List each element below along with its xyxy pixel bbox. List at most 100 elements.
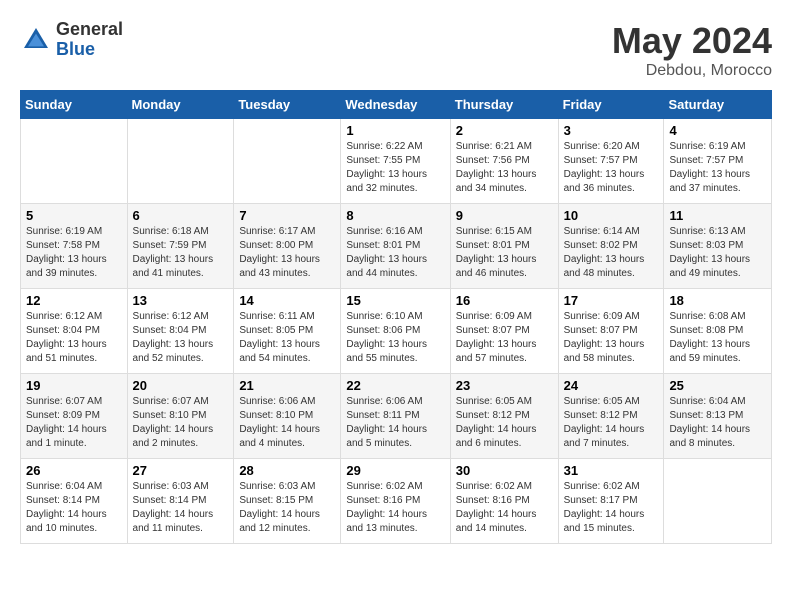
calendar-cell: 2 Sunrise: 6:21 AMSunset: 7:56 PMDaylight… — [450, 119, 558, 204]
logo-text: General Blue — [56, 20, 123, 60]
day-number: 1 — [346, 123, 444, 138]
calendar-cell: 11Sunrise: 6:13 AMSunset: 8:03 PMDayligh… — [664, 204, 772, 289]
day-info: Sunrise: 6:17 AMSunset: 8:00 PMDaylight:… — [239, 225, 335, 281]
day-number: 4 — [669, 123, 766, 138]
day-info: Sunrise: 6:12 AMSunset: 8:04 PMDaylight:… — [26, 310, 122, 366]
calendar-week-row: 1 Sunrise: 6:22 AMSunset: 7:55 PMDaylight… — [21, 119, 772, 204]
logo: General Blue — [20, 20, 123, 60]
location: Debdou, Morocco — [612, 62, 772, 80]
weekday-header-thursday: Thursday — [450, 91, 558, 119]
day-info: Sunrise: 6:08 AMSunset: 8:08 PMDaylight:… — [669, 310, 766, 366]
day-info: Sunrise: 6:06 AMSunset: 8:11 PMDaylight:… — [346, 395, 444, 451]
calendar-cell: 15 Sunrise: 6:10 AMSunset: 8:06 PMDayligh… — [341, 289, 450, 374]
day-number: 6 — [133, 208, 229, 223]
day-info: Sunrise: 6:04 AMSunset: 8:14 PMDaylight:… — [26, 480, 122, 536]
calendar-week-row: 26 Sunrise: 6:04 AMSunset: 8:14 PMDayligh… — [21, 459, 772, 544]
day-info: Sunrise: 6:15 AMSunset: 8:01 PMDaylight:… — [456, 225, 553, 281]
day-info: Sunrise: 6:02 AMSunset: 8:16 PMDaylight:… — [456, 480, 553, 536]
weekday-header-row: SundayMondayTuesdayWednesdayThursdayFrid… — [21, 91, 772, 119]
weekday-header-saturday: Saturday — [664, 91, 772, 119]
day-info: Sunrise: 6:07 AMSunset: 8:09 PMDaylight:… — [26, 395, 122, 451]
day-info: Sunrise: 6:21 AMSunset: 7:56 PMDaylight:… — [456, 140, 553, 196]
calendar-cell: 17Sunrise: 6:09 AMSunset: 8:07 PMDayligh… — [558, 289, 664, 374]
day-number: 16 — [456, 293, 553, 308]
calendar-cell: 26 Sunrise: 6:04 AMSunset: 8:14 PMDayligh… — [21, 459, 128, 544]
day-number: 10 — [564, 208, 659, 223]
day-info: Sunrise: 6:19 AMSunset: 7:58 PMDaylight:… — [26, 225, 122, 281]
calendar-cell: 10Sunrise: 6:14 AMSunset: 8:02 PMDayligh… — [558, 204, 664, 289]
calendar-cell: 24 Sunrise: 6:05 AMSunset: 8:12 PMDayligh… — [558, 374, 664, 459]
calendar-cell: 7 Sunrise: 6:17 AMSunset: 8:00 PMDaylight… — [234, 204, 341, 289]
calendar-cell: 8Sunrise: 6:16 AMSunset: 8:01 PMDaylight… — [341, 204, 450, 289]
weekday-header-sunday: Sunday — [21, 91, 128, 119]
calendar-cell: 14 Sunrise: 6:11 AMSunset: 8:05 PMDayligh… — [234, 289, 341, 374]
day-number: 30 — [456, 463, 553, 478]
calendar-cell: 9 Sunrise: 6:15 AMSunset: 8:01 PMDaylight… — [450, 204, 558, 289]
day-number: 18 — [669, 293, 766, 308]
day-info: Sunrise: 6:07 AMSunset: 8:10 PMDaylight:… — [133, 395, 229, 451]
day-info: Sunrise: 6:16 AMSunset: 8:01 PMDaylight:… — [346, 225, 444, 281]
calendar-cell: 18 Sunrise: 6:08 AMSunset: 8:08 PMDayligh… — [664, 289, 772, 374]
day-info: Sunrise: 6:05 AMSunset: 8:12 PMDaylight:… — [456, 395, 553, 451]
page-header: General Blue May 2024 Debdou, Morocco — [20, 20, 772, 80]
day-info: Sunrise: 6:02 AMSunset: 8:16 PMDaylight:… — [346, 480, 444, 536]
calendar-cell: 16Sunrise: 6:09 AMSunset: 8:07 PMDayligh… — [450, 289, 558, 374]
day-info: Sunrise: 6:20 AMSunset: 7:57 PMDaylight:… — [564, 140, 659, 196]
calendar-cell — [234, 119, 341, 204]
day-info: Sunrise: 6:02 AMSunset: 8:17 PMDaylight:… — [564, 480, 659, 536]
calendar-cell: 21Sunrise: 6:06 AMSunset: 8:10 PMDayligh… — [234, 374, 341, 459]
day-number: 20 — [133, 378, 229, 393]
calendar-table: SundayMondayTuesdayWednesdayThursdayFrid… — [20, 90, 772, 544]
calendar-cell: 6 Sunrise: 6:18 AMSunset: 7:59 PMDaylight… — [127, 204, 234, 289]
day-number: 31 — [564, 463, 659, 478]
day-info: Sunrise: 6:04 AMSunset: 8:13 PMDaylight:… — [669, 395, 766, 451]
calendar-cell: 30 Sunrise: 6:02 AMSunset: 8:16 PMDayligh… — [450, 459, 558, 544]
day-number: 9 — [456, 208, 553, 223]
day-number: 19 — [26, 378, 122, 393]
day-number: 22 — [346, 378, 444, 393]
day-number: 17 — [564, 293, 659, 308]
weekday-header-monday: Monday — [127, 91, 234, 119]
day-info: Sunrise: 6:05 AMSunset: 8:12 PMDaylight:… — [564, 395, 659, 451]
day-number: 24 — [564, 378, 659, 393]
calendar-cell — [21, 119, 128, 204]
weekday-header-tuesday: Tuesday — [234, 91, 341, 119]
weekday-header-wednesday: Wednesday — [341, 91, 450, 119]
title-block: May 2024 Debdou, Morocco — [612, 20, 772, 80]
calendar-cell: 23 Sunrise: 6:05 AMSunset: 8:12 PMDayligh… — [450, 374, 558, 459]
day-number: 7 — [239, 208, 335, 223]
day-number: 5 — [26, 208, 122, 223]
day-number: 14 — [239, 293, 335, 308]
day-number: 13 — [133, 293, 229, 308]
calendar-week-row: 5 Sunrise: 6:19 AMSunset: 7:58 PMDaylight… — [21, 204, 772, 289]
day-info: Sunrise: 6:10 AMSunset: 8:06 PMDaylight:… — [346, 310, 444, 366]
calendar-cell: 28Sunrise: 6:03 AMSunset: 8:15 PMDayligh… — [234, 459, 341, 544]
day-number: 26 — [26, 463, 122, 478]
calendar-week-row: 12Sunrise: 6:12 AMSunset: 8:04 PMDayligh… — [21, 289, 772, 374]
calendar-cell: 5 Sunrise: 6:19 AMSunset: 7:58 PMDaylight… — [21, 204, 128, 289]
day-info: Sunrise: 6:03 AMSunset: 8:14 PMDaylight:… — [133, 480, 229, 536]
calendar-cell: 1 Sunrise: 6:22 AMSunset: 7:55 PMDaylight… — [341, 119, 450, 204]
calendar-cell: 4Sunrise: 6:19 AMSunset: 7:57 PMDaylight… — [664, 119, 772, 204]
day-info: Sunrise: 6:03 AMSunset: 8:15 PMDaylight:… — [239, 480, 335, 536]
calendar-cell: 25Sunrise: 6:04 AMSunset: 8:13 PMDayligh… — [664, 374, 772, 459]
month-title: May 2024 — [612, 20, 772, 62]
day-number: 29 — [346, 463, 444, 478]
day-info: Sunrise: 6:18 AMSunset: 7:59 PMDaylight:… — [133, 225, 229, 281]
calendar-cell: 22 Sunrise: 6:06 AMSunset: 8:11 PMDayligh… — [341, 374, 450, 459]
day-number: 23 — [456, 378, 553, 393]
day-number: 11 — [669, 208, 766, 223]
day-number: 2 — [456, 123, 553, 138]
day-info: Sunrise: 6:11 AMSunset: 8:05 PMDaylight:… — [239, 310, 335, 366]
day-number: 15 — [346, 293, 444, 308]
calendar-cell: 31 Sunrise: 6:02 AMSunset: 8:17 PMDayligh… — [558, 459, 664, 544]
calendar-cell: 19 Sunrise: 6:07 AMSunset: 8:09 PMDayligh… — [21, 374, 128, 459]
calendar-week-row: 19 Sunrise: 6:07 AMSunset: 8:09 PMDayligh… — [21, 374, 772, 459]
day-info: Sunrise: 6:22 AMSunset: 7:55 PMDaylight:… — [346, 140, 444, 196]
logo-general-text: General — [56, 20, 123, 40]
calendar-cell: 27Sunrise: 6:03 AMSunset: 8:14 PMDayligh… — [127, 459, 234, 544]
calendar-cell: 12Sunrise: 6:12 AMSunset: 8:04 PMDayligh… — [21, 289, 128, 374]
weekday-header-friday: Friday — [558, 91, 664, 119]
calendar-cell: 20 Sunrise: 6:07 AMSunset: 8:10 PMDayligh… — [127, 374, 234, 459]
calendar-cell — [664, 459, 772, 544]
